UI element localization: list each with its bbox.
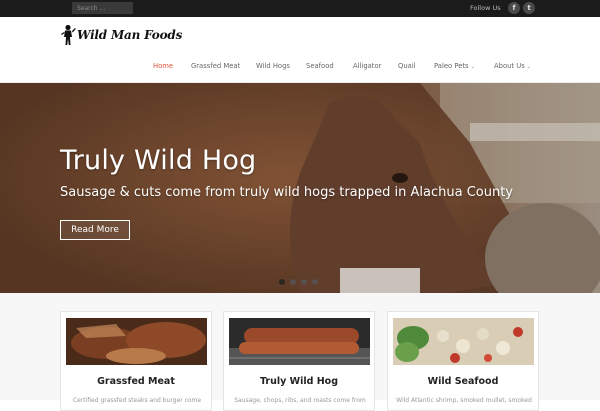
slider-dot[interactable] [312,279,318,285]
site-logo[interactable]: Wild Man Foods [60,24,182,46]
card-title[interactable]: Wild Seafood [388,376,538,387]
top-bar: Follow Us f t [0,0,600,17]
logo-text: Wild Man Foods [77,28,183,42]
nav-item-wild-hogs[interactable]: Wild Hogs [256,59,290,73]
hero-slider: Truly Wild Hog Sausage & cuts come from … [0,83,600,293]
nav-item-seafood[interactable]: Seafood [306,59,334,73]
search-input[interactable] [72,2,133,14]
feature-cards: Grassfed Meat Certified grassfed steaks … [0,293,600,411]
card-wild-seafood[interactable]: Wild Seafood Wild Atlantic shrimp, smoke… [387,311,539,411]
card-title[interactable]: Truly Wild Hog [224,376,374,387]
wild-seafood-image [393,318,534,365]
nav-item-quail[interactable]: Quail [398,59,416,73]
facebook-icon[interactable]: f [508,2,520,14]
main-nav: Home Grassfed Meat Wild Hogs Seafood All… [0,59,600,73]
nav-item-grassfed-meat[interactable]: Grassfed Meat [191,59,240,73]
nav-item-alligator[interactable]: Alligator [353,59,381,73]
chevron-down-icon: ⌄ [470,64,475,70]
nav-item-home[interactable]: Home [153,59,173,73]
card-grassfed-meat[interactable]: Grassfed Meat Certified grassfed steaks … [60,311,212,411]
hero-subtitle: Sausage & cuts come from truly wild hogs… [60,185,514,200]
hero-title: Truly Wild Hog [60,145,257,176]
nav-item-about-us-label: About Us [494,62,525,70]
card-excerpt: Wild Atlantic shrimp, smoked mullet, smo… [396,397,532,404]
read-more-button[interactable]: Read More [60,220,130,240]
grassfed-meat-image [66,318,207,365]
nav-item-paleo-pets[interactable]: Paleo Pets ⌄ [434,59,475,74]
nav-item-about-us[interactable]: About Us ⌄ [494,59,531,74]
nav-item-paleo-pets-label: Paleo Pets [434,62,469,70]
card-truly-wild-hog[interactable]: Truly Wild Hog Sausage, chops, ribs, and… [223,311,375,411]
card-excerpt: Sausage, chops, ribs, and roasts come fr… [234,397,366,404]
follow-us-label: Follow Us [470,4,501,12]
slider-pagination [279,279,323,287]
card-excerpt: Certified grassfed steaks and burger com… [72,397,202,404]
site-header: Wild Man Foods Home Grassfed Meat Wild H… [0,17,600,83]
slider-dot[interactable] [279,279,285,285]
slider-dot[interactable] [290,279,296,285]
slider-dot[interactable] [301,279,307,285]
caveman-logo-icon [61,24,76,45]
twitter-icon[interactable]: t [523,2,535,14]
wild-hog-sausage-image [229,318,370,365]
chevron-down-icon: ⌄ [526,64,531,70]
card-title[interactable]: Grassfed Meat [61,376,211,387]
